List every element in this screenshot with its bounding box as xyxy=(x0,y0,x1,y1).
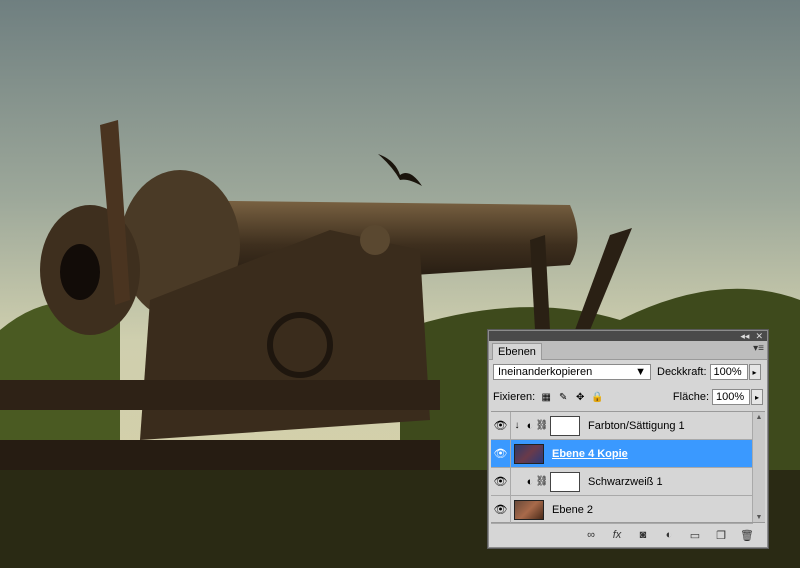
mask-icon[interactable]: ◙ xyxy=(635,527,651,543)
blend-mode-select[interactable]: Ineinanderkopieren ▼ xyxy=(493,364,651,380)
close-icon[interactable]: ✕ xyxy=(755,331,763,341)
layer-row[interactable]: 👁 ◐ ⛓ Schwarzweiß 1 xyxy=(491,468,753,496)
layer-row[interactable]: 👁 Ebene 2 xyxy=(491,496,753,524)
chain-icon[interactable]: ⛓ xyxy=(536,476,549,487)
opacity-label: Deckkraft: xyxy=(657,366,707,378)
fx-icon[interactable]: fx xyxy=(609,527,625,543)
lock-pixels-icon[interactable]: ✎ xyxy=(557,391,569,403)
eye-icon[interactable]: 👁 xyxy=(491,412,511,439)
eye-icon[interactable]: 👁 xyxy=(491,468,511,495)
lock-position-icon[interactable]: ✥ xyxy=(574,391,586,403)
lock-row: Fixieren: ▦ ✎ ✥ 🔒 Fläche: 100% ▸ xyxy=(493,388,763,406)
scroll-up-icon[interactable]: ▲ xyxy=(753,412,765,422)
lock-transparent-icon[interactable]: ▦ xyxy=(540,391,552,403)
layer-name[interactable]: Schwarzweiß 1 xyxy=(588,476,663,488)
lock-label: Fixieren: xyxy=(493,391,536,403)
layers-list: 👁 ↓ ◐ ⛓ Farbton/Sättigung 1 👁 Ebene 4 Ko… xyxy=(491,411,765,524)
layer-mask-thumbnail[interactable] xyxy=(550,471,580,492)
scroll-down-icon[interactable]: ▼ xyxy=(753,512,765,522)
fill-input[interactable]: 100% xyxy=(712,389,750,405)
panel-footer: ∞ fx ◙ ◐ ▭ ❐ 🗑 xyxy=(489,523,767,547)
eye-icon[interactable]: 👁 xyxy=(491,496,511,523)
layers-panel: ◂◂ ✕ Ebenen ▾≡ Ineinanderkopieren ▼ Deck… xyxy=(488,330,768,548)
link-icon[interactable]: ∞ xyxy=(583,527,599,543)
folder-icon[interactable]: ▭ xyxy=(687,527,703,543)
chain-icon[interactable]: ⛓ xyxy=(536,420,549,431)
tab-ebenen[interactable]: Ebenen xyxy=(492,343,542,360)
layer-thumbnail[interactable] xyxy=(514,443,544,464)
blend-row: Ineinanderkopieren ▼ Deckkraft: 100% ▸ xyxy=(493,363,763,381)
layer-name[interactable]: Ebene 2 xyxy=(552,504,593,516)
layer-thumbnail[interactable] xyxy=(514,499,544,520)
trash-icon[interactable]: 🗑 xyxy=(739,527,755,543)
layers-scrollbar[interactable]: ▲ ▼ xyxy=(752,412,765,522)
opacity-input[interactable]: 100% xyxy=(709,364,748,380)
eye-icon[interactable]: 👁 xyxy=(491,440,511,467)
panel-menu-icon[interactable]: ▾≡ xyxy=(753,343,764,354)
blend-mode-value: Ineinanderkopieren xyxy=(498,366,593,378)
layer-mask-thumbnail[interactable] xyxy=(550,415,580,436)
collapse-icon[interactable]: ◂◂ xyxy=(740,331,749,341)
lock-all-icon[interactable]: 🔒 xyxy=(591,391,603,403)
adjustment-icon[interactable]: ◐ xyxy=(661,527,677,543)
layer-row-selected[interactable]: 👁 Ebene 4 Kopie xyxy=(491,440,753,468)
panel-titlebar: ◂◂ ✕ xyxy=(489,331,767,341)
fill-label: Fläche: xyxy=(672,391,709,403)
panel-tabbar: Ebenen ▾≡ xyxy=(489,341,767,360)
clip-arrow-icon: ↓ xyxy=(514,420,520,431)
layer-row[interactable]: 👁 ↓ ◐ ⛓ Farbton/Sättigung 1 xyxy=(491,412,753,440)
chevron-down-icon: ▼ xyxy=(635,366,646,378)
fill-slider-button[interactable]: ▸ xyxy=(751,389,763,405)
layer-name[interactable]: Ebene 4 Kopie xyxy=(552,448,628,460)
opacity-slider-button[interactable]: ▸ xyxy=(748,364,761,380)
layer-name[interactable]: Farbton/Sättigung 1 xyxy=(588,420,685,432)
new-layer-icon[interactable]: ❐ xyxy=(713,527,729,543)
